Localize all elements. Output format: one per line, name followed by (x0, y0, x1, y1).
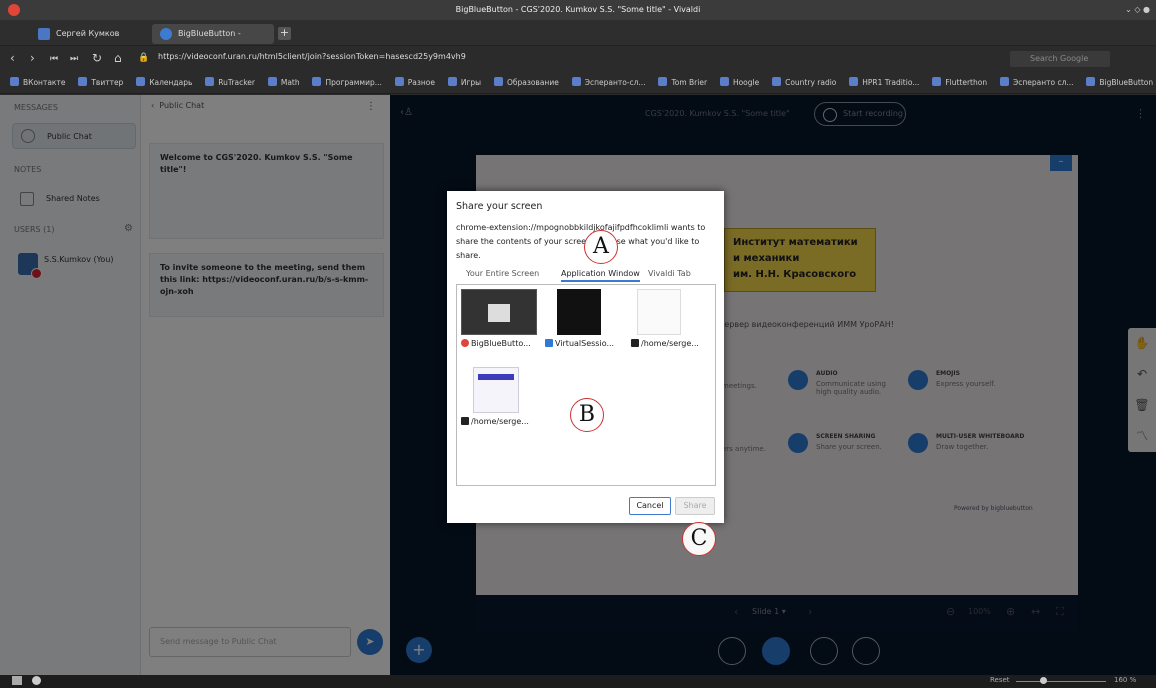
navigation-bar: ‹ › ⏮ ⏭ ↻ ⌂ 🔒 https://videoconf.uran.ru/… (0, 46, 1156, 72)
zoom-percent: 160 % (1114, 676, 1137, 684)
vk-icon (38, 28, 50, 40)
window-label: VirtualSessio... (545, 339, 631, 348)
bookmark-item[interactable]: Country radio (772, 72, 836, 93)
bigbluebutton-icon (160, 28, 172, 40)
search-placeholder: Search Google (1030, 54, 1089, 63)
window-title: BigBlueButton - CGS'2020. Kumkov S.S. "S… (455, 5, 701, 14)
bookmark-item[interactable]: Образование (494, 72, 559, 93)
rewind-icon[interactable]: ⏮ (50, 54, 58, 64)
window-option[interactable]: VirtualSessio... (541, 285, 631, 353)
window-option[interactable]: /home/serge... (457, 363, 547, 431)
lock-icon: 🔒 (138, 53, 150, 63)
new-tab-button[interactable]: + (278, 27, 291, 40)
status-bar: Reset 160 % (0, 675, 1156, 688)
panel-toggle-icon[interactable] (12, 676, 22, 685)
capture-icon[interactable] (32, 676, 41, 685)
bookmark-item[interactable]: Календарь (136, 72, 192, 93)
tab-vivaldi-tab[interactable]: Vivaldi Tab (648, 269, 691, 278)
annotation-a: A (584, 230, 618, 264)
bookmark-item[interactable]: Игры (448, 72, 481, 93)
dialog-title: Share your screen (456, 201, 543, 212)
bookmark-item[interactable]: Tom Brier (658, 72, 707, 93)
address-bar[interactable]: https://videoconf.uran.ru/html5client/jo… (158, 52, 466, 61)
home-icon[interactable]: ⌂ (114, 51, 122, 65)
bookmark-item[interactable]: BigBlueButton (1086, 72, 1153, 93)
bookmark-item[interactable]: Flutterthon (932, 72, 987, 93)
tab-entire-screen[interactable]: Your Entire Screen (466, 269, 539, 278)
reset-zoom-button[interactable]: Reset (990, 676, 1010, 684)
tab-bigbluebutton[interactable]: BigBlueButton - CGS'2020. (152, 24, 274, 58)
search-input[interactable]: Search Google (1010, 51, 1110, 67)
cancel-button[interactable]: Cancel (629, 497, 671, 515)
annotation-c: C (682, 522, 716, 556)
tab-label: Сергей Кумков (56, 29, 120, 38)
bookmark-item[interactable]: Эсперанто-сл... (572, 72, 646, 93)
annotation-b: B (570, 398, 604, 432)
share-button[interactable]: Share (675, 497, 715, 515)
window-label: /home/serge... (461, 417, 547, 426)
forward-icon[interactable]: › (30, 51, 35, 65)
bookmarks-bar: ВКонтакте Твиттер Календарь RuTracker Ma… (0, 72, 1156, 94)
bookmark-item[interactable]: Эсперанто сл... (1000, 72, 1074, 93)
bookmark-item[interactable]: Hoogle (720, 72, 759, 93)
tab-vk[interactable]: Сергей Кумков (30, 24, 152, 44)
bookmark-item[interactable]: Твиттер (78, 72, 123, 93)
back-icon[interactable]: ‹ (10, 51, 15, 65)
fast-forward-icon[interactable]: ⏭ (70, 54, 78, 64)
bookmark-item[interactable]: Программир... (312, 72, 381, 93)
window-thumbnail (637, 289, 681, 335)
bookmark-item[interactable]: ВКонтакте (10, 72, 65, 93)
bookmark-item[interactable]: Разное (395, 72, 435, 93)
title-bar: BigBlueButton - CGS'2020. Kumkov S.S. "S… (0, 0, 1156, 20)
window-thumbnail (461, 289, 537, 335)
window-option[interactable]: BigBlueButto... (457, 285, 547, 353)
window-thumbnail (473, 367, 519, 413)
tab-bar: Сергей Кумков BigBlueButton - CGS'2020. … (0, 20, 1156, 58)
zoom-slider-handle[interactable] (1040, 677, 1047, 684)
bookmark-item[interactable]: HPR1 Traditio... (849, 72, 919, 93)
bookmark-item[interactable]: Math (268, 72, 300, 93)
reload-icon[interactable]: ↻ (92, 51, 102, 65)
window-option[interactable]: /home/serge... (627, 285, 717, 353)
window-label: BigBlueButto... (461, 339, 547, 348)
vivaldi-logo-icon[interactable] (8, 4, 20, 16)
window-thumbnail (557, 289, 601, 335)
window-label: /home/serge... (631, 339, 717, 348)
window-list: BigBlueButto... VirtualSessio... /home/s… (456, 284, 716, 486)
zoom-slider[interactable] (1016, 681, 1106, 682)
bookmark-item[interactable]: RuTracker (205, 72, 255, 93)
window-controls[interactable]: ⌄ ◇ ● (1125, 0, 1150, 20)
tab-application-window[interactable]: Application Window (561, 269, 640, 282)
